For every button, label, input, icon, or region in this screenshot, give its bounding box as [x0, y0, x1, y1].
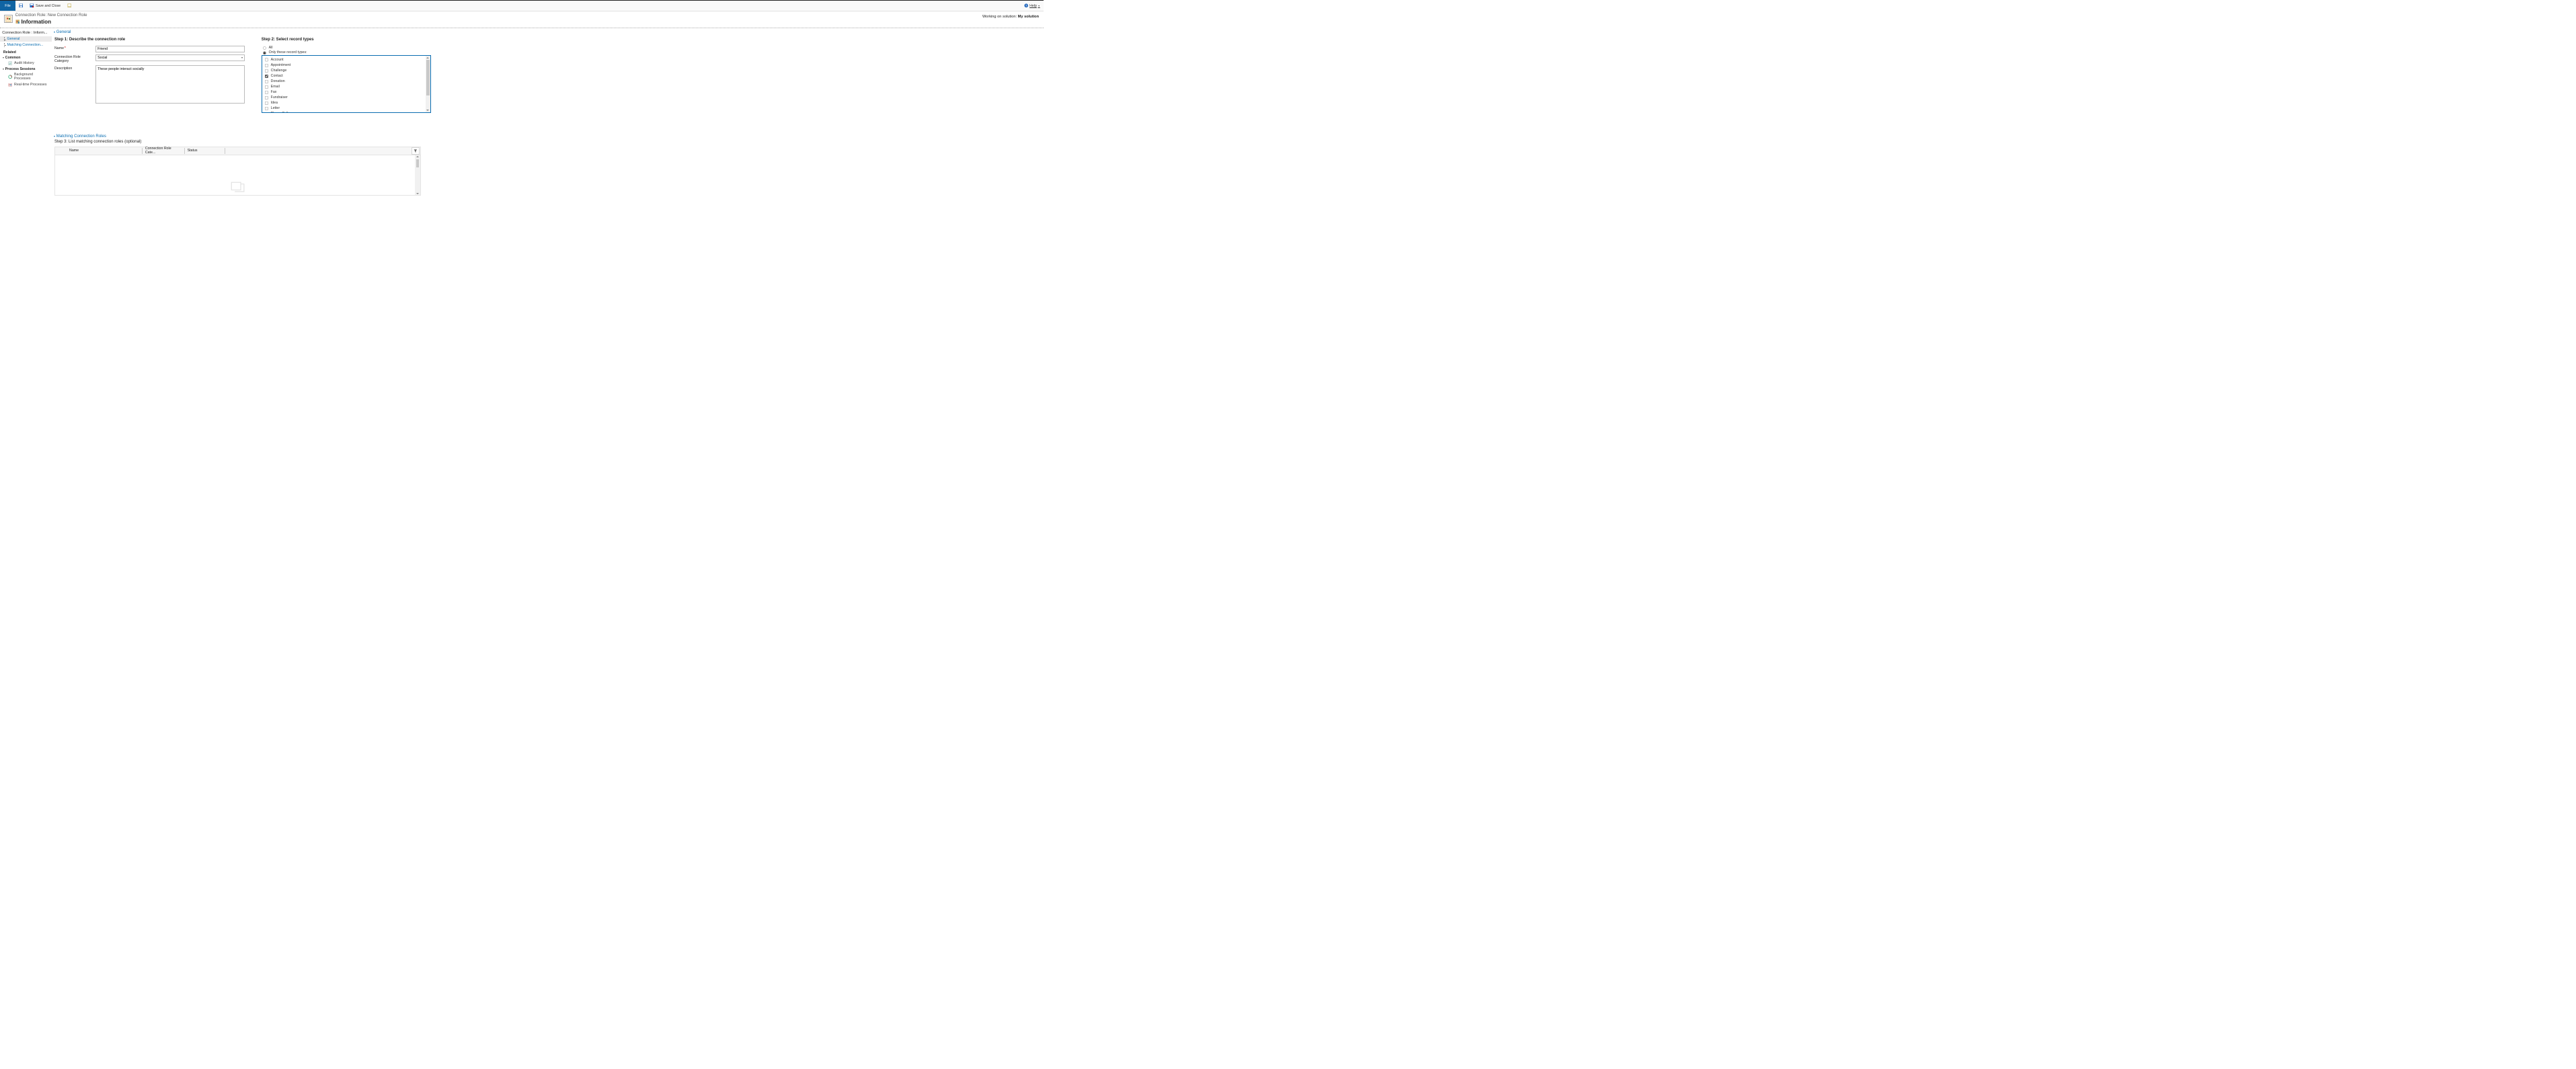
publish-icon [67, 3, 71, 7]
entity-icon [4, 15, 12, 23]
record-type-checkbox[interactable] [265, 80, 268, 83]
scroll-up-icon[interactable] [416, 156, 419, 157]
record-type-challenge[interactable]: Challenge [264, 68, 424, 73]
left-nav: Connection Role : Inform... GeneralMatch… [0, 28, 52, 433]
filter-icon [414, 149, 418, 153]
record-type-checkbox[interactable] [265, 91, 268, 94]
ribbon-toolbar: File Save and Close ? Help ▼ [0, 1, 1044, 11]
sidebar-group-process-sessions[interactable]: Process Sessions [0, 67, 52, 72]
page-header: Connection Role: New Connection Role Inf… [0, 11, 1044, 28]
record-type-checkbox[interactable] [265, 96, 268, 100]
record-type-checkbox[interactable] [265, 102, 268, 105]
description-textarea[interactable]: These people interact socially [95, 65, 245, 104]
grid-column-connection-role-cate-[interactable]: Connection Role Cate... [142, 148, 184, 154]
radio-only[interactable]: Only these record types: [262, 50, 436, 54]
help-dropdown-caret: ▼ [1038, 5, 1040, 7]
solution-indicator: Working on solution: My solution [982, 13, 1039, 19]
record-type-checkbox[interactable] [265, 58, 268, 61]
history-icon [8, 61, 12, 65]
save-close-icon [30, 3, 34, 7]
scroll-thumb[interactable] [426, 60, 430, 95]
form-content: General Step 1: Describe the connection … [52, 28, 1044, 433]
record-type-checkbox[interactable] [265, 75, 268, 78]
radio-only-label: Only these record types: [269, 50, 307, 54]
nav-related-header: Related [0, 48, 52, 55]
record-type-checkbox[interactable] [265, 64, 268, 67]
record-type-fax[interactable]: Fax [264, 89, 424, 95]
record-type-checkbox[interactable] [265, 85, 268, 89]
grid-empty-icon [229, 180, 245, 195]
step3-title: Step 3: List matching connection roles (… [54, 140, 1041, 144]
collapse-icon [54, 32, 55, 33]
sidebar-item-general[interactable]: General [0, 36, 52, 42]
save-and-close-button[interactable]: Save and Close [26, 1, 64, 11]
info-icon [15, 19, 19, 26]
section-general-label: General [56, 30, 71, 34]
radio-all-input[interactable] [263, 46, 266, 50]
record-scrollbar[interactable] [426, 56, 430, 112]
category-label: Connection Role Category [54, 54, 95, 63]
sidebar-link-real-time-processes[interactable]: Real-time Processes [0, 82, 52, 88]
grid-header: NameConnection Role Cate...Status [54, 147, 421, 155]
sidebar-link-background-processes[interactable]: Background Processes [0, 72, 52, 81]
radio-only-input[interactable] [263, 51, 266, 54]
sidebar-group-common[interactable]: Common [0, 55, 52, 61]
scroll-down-icon[interactable] [416, 193, 419, 194]
scroll-down-icon[interactable] [426, 110, 429, 111]
category-select[interactable]: Social [95, 54, 245, 61]
record-type-donation[interactable]: Donation [264, 79, 424, 84]
description-label: Description [54, 65, 95, 70]
save-button[interactable] [15, 1, 26, 11]
grid-column-name[interactable]: Name [57, 148, 142, 154]
grid-column-status[interactable]: Status [184, 148, 225, 154]
grid-body [54, 155, 421, 196]
step2-title: Step 2: Select record types [262, 38, 436, 42]
sidebar-link-audit-history[interactable]: Audit History [0, 61, 52, 67]
record-type-account[interactable]: Account [264, 57, 424, 63]
section-general[interactable]: General [54, 30, 1041, 34]
record-type-appointment[interactable]: Appointment [264, 63, 424, 68]
record-type-fundraiser[interactable]: Fundraiser [264, 95, 424, 100]
help-label: Help [1029, 4, 1037, 8]
radio-all[interactable]: All [262, 46, 436, 50]
grid-scrollbar[interactable] [415, 155, 420, 196]
process-rt-icon [8, 83, 12, 87]
publish-button[interactable] [64, 1, 75, 11]
sidebar-item-matching-connection-[interactable]: Matching Connection... [0, 42, 52, 47]
record-type-letter[interactable]: Letter [264, 106, 424, 111]
nav-head: Connection Role : Inform... [0, 30, 52, 36]
record-type-checkbox[interactable] [265, 69, 268, 73]
section-matching-label: Matching Connection Roles [56, 134, 106, 138]
scroll-thumb[interactable] [416, 159, 420, 167]
header-subtitle: Connection Role: New Connection Role [15, 13, 87, 19]
save-close-label: Save and Close [36, 4, 61, 8]
record-types-listbox: AccountAppointmentChallengeContactDonati… [262, 55, 431, 112]
name-label: Name* [54, 46, 95, 50]
scroll-up-icon[interactable] [426, 57, 429, 58]
step1-title: Step 1: Describe the connection role [54, 38, 251, 42]
save-icon [19, 3, 23, 7]
file-menu-button[interactable]: File [0, 1, 15, 11]
record-type-checkbox[interactable] [265, 107, 268, 110]
record-type-email[interactable]: Email [264, 84, 424, 89]
name-input[interactable] [95, 46, 245, 52]
grid-filter-button[interactable] [412, 147, 420, 155]
record-type-contact[interactable]: Contact [264, 73, 424, 79]
radio-all-label: All [269, 46, 273, 50]
record-type-idea[interactable]: Idea [264, 100, 424, 106]
page-title: Information [22, 19, 52, 26]
process-bg-icon [8, 75, 12, 79]
help-icon: ? [1024, 3, 1028, 7]
section-matching[interactable]: Matching Connection Roles [54, 134, 1041, 138]
collapse-icon [54, 136, 55, 137]
record-type-phone-call[interactable]: Phone Call [264, 111, 424, 112]
help-link[interactable]: ? Help ▼ [1021, 1, 1043, 11]
file-label: File [5, 4, 10, 8]
